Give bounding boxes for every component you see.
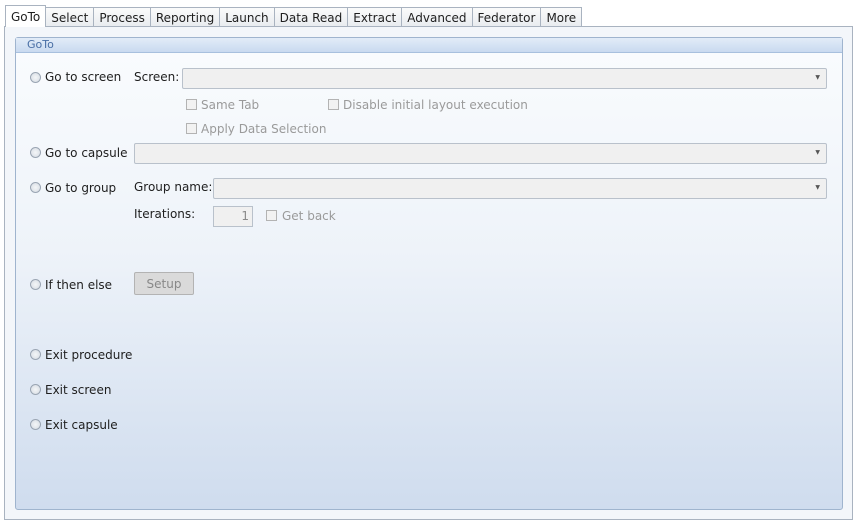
- apply-data-selection-checkbox[interactable]: [186, 123, 197, 134]
- apply-data-selection-label: Apply Data Selection: [201, 122, 327, 136]
- exit-procedure-label[interactable]: Exit procedure: [45, 348, 132, 362]
- iterations-input[interactable]: 1: [213, 206, 253, 227]
- same-tab-checkbox[interactable]: [186, 99, 197, 110]
- tab-process[interactable]: Process: [93, 7, 151, 27]
- exit-capsule-radio[interactable]: [30, 419, 41, 430]
- tab-select[interactable]: Select: [45, 7, 95, 27]
- exit-capsule-label[interactable]: Exit capsule: [45, 418, 118, 432]
- get-back-label: Get back: [282, 209, 336, 223]
- tab-data-read[interactable]: Data Read: [273, 7, 349, 27]
- exit-screen-label[interactable]: Exit screen: [45, 383, 111, 397]
- chevron-down-icon: ▼: [815, 74, 820, 81]
- go-to-group-radio[interactable]: [30, 182, 41, 193]
- tab-extract[interactable]: Extract: [347, 7, 403, 27]
- if-then-else-radio[interactable]: [30, 279, 41, 290]
- get-back-checkbox[interactable]: [266, 210, 277, 221]
- group-title: GoTo: [16, 38, 842, 53]
- tab-launch[interactable]: Launch: [219, 7, 275, 27]
- chevron-down-icon: ▼: [815, 149, 820, 156]
- group-name-label: Group name:: [134, 180, 213, 194]
- exit-procedure-radio[interactable]: [30, 349, 41, 360]
- screen-field-label: Screen:: [134, 70, 180, 84]
- tab-federator[interactable]: Federator: [471, 7, 542, 27]
- go-to-screen-radio[interactable]: [30, 72, 41, 83]
- setup-button[interactable]: Setup: [134, 272, 194, 295]
- disable-initial-layout-label: Disable initial layout execution: [343, 98, 528, 112]
- tab-strip: GoTo Select Process Reporting Launch Dat…: [5, 5, 583, 27]
- go-to-group-label[interactable]: Go to group: [45, 181, 116, 195]
- iterations-label: Iterations:: [134, 207, 196, 221]
- tab-goto[interactable]: GoTo: [5, 5, 47, 27]
- screen-dropdown[interactable]: ▼: [182, 68, 827, 89]
- go-to-screen-label[interactable]: Go to screen: [45, 70, 121, 84]
- tab-advanced[interactable]: Advanced: [401, 7, 473, 27]
- tab-reporting[interactable]: Reporting: [149, 7, 221, 27]
- tab-more[interactable]: More: [540, 7, 583, 27]
- capsule-dropdown[interactable]: ▼: [134, 143, 827, 164]
- same-tab-label: Same Tab: [201, 98, 260, 112]
- chevron-down-icon: ▼: [815, 184, 820, 191]
- group-name-dropdown[interactable]: ▼: [213, 178, 827, 199]
- go-to-capsule-radio[interactable]: [30, 147, 41, 158]
- if-then-else-label[interactable]: If then else: [45, 278, 112, 292]
- disable-initial-layout-checkbox[interactable]: [328, 99, 339, 110]
- go-to-capsule-label[interactable]: Go to capsule: [45, 146, 127, 160]
- exit-screen-radio[interactable]: [30, 384, 41, 395]
